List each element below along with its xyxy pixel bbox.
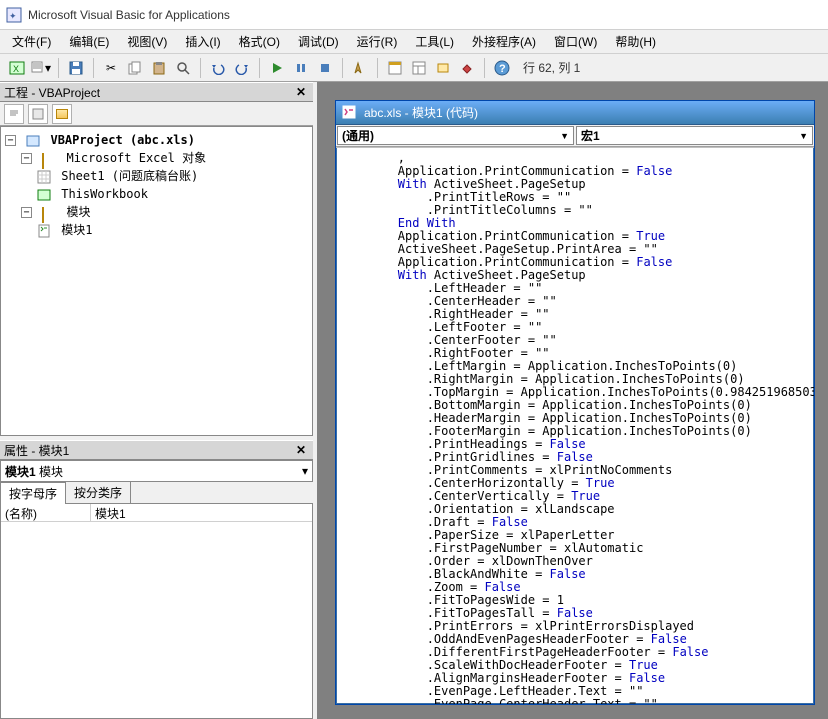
chevron-down-icon: ▾ — [302, 464, 308, 478]
code-window-titlebar[interactable]: abc.xls - 模块1 (代码) — [336, 101, 814, 125]
copy-icon[interactable] — [124, 57, 146, 79]
collapse-icon[interactable]: − — [5, 135, 16, 146]
window-title: Microsoft Visual Basic for Applications — [28, 8, 230, 22]
project-explorer-header: 工程 - VBAProject ✕ — [0, 82, 313, 102]
code-window-icon — [342, 105, 358, 121]
tree-thisworkbook[interactable]: ThisWorkbook — [37, 185, 310, 203]
properties-grid[interactable]: (名称) 模块1 — [0, 504, 313, 719]
tree-modules-folder[interactable]: − 模块 模块1 — [21, 203, 310, 239]
view-object-icon[interactable] — [28, 104, 48, 124]
tree-sheet1[interactable]: Sheet1 (问题底稿台账) — [37, 167, 310, 185]
tree-project-root[interactable]: − VBAProject (abc.xls) − Microsoft Excel… — [5, 131, 310, 239]
svg-text:X: X — [13, 64, 19, 74]
break-icon[interactable] — [290, 57, 312, 79]
menu-view[interactable]: 视图(V) — [123, 31, 171, 52]
properties-object-selector[interactable]: 模块1 模块 ▾ — [0, 460, 313, 482]
menu-bar: 文件(F) 编辑(E) 视图(V) 插入(I) 格式(O) 调试(D) 运行(R… — [0, 30, 828, 54]
view-excel-icon[interactable]: X — [6, 57, 28, 79]
find-icon[interactable] — [172, 57, 194, 79]
svg-text:?: ? — [499, 63, 506, 75]
vba-app-icon: ✦ — [6, 7, 22, 23]
save-icon[interactable] — [65, 57, 87, 79]
property-name-label: (名称) — [1, 504, 91, 521]
chevron-down-icon: ▼ — [799, 131, 808, 141]
menu-format[interactable]: 格式(O) — [235, 31, 284, 52]
standard-toolbar: X ▾ ✂ ? 行 62, 列 1 — [0, 54, 828, 82]
project-explorer-title: 工程 - VBAProject — [4, 84, 100, 101]
menu-insert[interactable]: 插入(I) — [181, 31, 224, 52]
folder-icon — [42, 206, 56, 220]
menu-edit[interactable]: 编辑(E) — [65, 31, 113, 52]
cut-icon[interactable]: ✂ — [100, 57, 122, 79]
code-window-title: abc.xls - 模块1 (代码) — [364, 104, 478, 121]
redo-icon[interactable] — [231, 57, 253, 79]
workspace: 工程 - VBAProject ✕ − VBAProject (abc.xls)… — [0, 82, 828, 719]
code-editor[interactable]: , Application.PrintCommunication = False… — [336, 148, 814, 704]
object-browser-icon[interactable] — [432, 57, 454, 79]
tree-excel-objects-folder[interactable]: − Microsoft Excel 对象 Sheet1 (问题底稿台账) — [21, 149, 310, 203]
object-selector[interactable]: (通用) ▼ — [337, 126, 574, 145]
menu-run[interactable]: 运行(R) — [353, 31, 402, 52]
tab-alphabetic[interactable]: 按字母序 — [0, 482, 66, 504]
menu-addins[interactable]: 外接程序(A) — [468, 31, 540, 52]
insert-module-dropdown-icon[interactable]: ▾ — [30, 57, 52, 79]
collapse-icon[interactable]: − — [21, 153, 32, 164]
toggle-folders-icon[interactable] — [52, 104, 72, 124]
left-pane: 工程 - VBAProject ✕ − VBAProject (abc.xls)… — [0, 82, 317, 719]
title-bar: ✦ Microsoft Visual Basic for Application… — [0, 0, 828, 30]
design-mode-icon[interactable] — [349, 57, 371, 79]
properties-tabs: 按字母序 按分类序 — [0, 482, 313, 504]
procedure-selector[interactable]: 宏1 ▼ — [576, 126, 813, 145]
mdi-area: abc.xls - 模块1 (代码) (通用) ▼ 宏1 ▼ , Applica… — [317, 82, 828, 719]
folder-icon — [42, 152, 56, 166]
help-icon[interactable]: ? — [491, 57, 513, 79]
property-name-value[interactable]: 模块1 — [91, 504, 312, 521]
properties-close-icon[interactable]: ✕ — [293, 442, 309, 458]
toolbox-icon[interactable] — [456, 57, 478, 79]
code-window: abc.xls - 模块1 (代码) (通用) ▼ 宏1 ▼ , Applica… — [335, 100, 815, 705]
code-selectors: (通用) ▼ 宏1 ▼ — [336, 125, 814, 147]
menu-tools[interactable]: 工具(L) — [411, 31, 458, 52]
project-explorer-toolbar — [0, 102, 313, 126]
project-explorer-close-icon[interactable]: ✕ — [293, 84, 309, 100]
tab-categorized[interactable]: 按分类序 — [65, 481, 131, 503]
run-icon[interactable] — [266, 57, 288, 79]
collapse-icon[interactable]: − — [21, 207, 32, 218]
project-icon — [26, 134, 40, 148]
property-row-name[interactable]: (名称) 模块1 — [1, 504, 312, 522]
svg-text:✦: ✦ — [9, 11, 17, 21]
view-code-icon[interactable] — [4, 104, 24, 124]
menu-file[interactable]: 文件(F) — [8, 31, 55, 52]
cursor-position-status: 行 62, 列 1 — [523, 59, 580, 76]
workbook-icon — [37, 188, 51, 202]
project-tree[interactable]: − VBAProject (abc.xls) − Microsoft Excel… — [0, 126, 313, 436]
chevron-down-icon: ▼ — [560, 131, 569, 141]
worksheet-icon — [37, 170, 51, 184]
properties-title: 属性 - 模块1 — [4, 442, 69, 459]
project-explorer-icon[interactable] — [384, 57, 406, 79]
properties-window-icon[interactable] — [408, 57, 430, 79]
properties-header: 属性 - 模块1 ✕ — [0, 440, 313, 460]
module-icon — [37, 224, 51, 238]
menu-help[interactable]: 帮助(H) — [611, 31, 660, 52]
undo-icon[interactable] — [207, 57, 229, 79]
reset-icon[interactable] — [314, 57, 336, 79]
paste-icon[interactable] — [148, 57, 170, 79]
tree-module1[interactable]: 模块1 — [37, 221, 310, 239]
menu-debug[interactable]: 调试(D) — [294, 31, 343, 52]
menu-window[interactable]: 窗口(W) — [550, 31, 601, 52]
